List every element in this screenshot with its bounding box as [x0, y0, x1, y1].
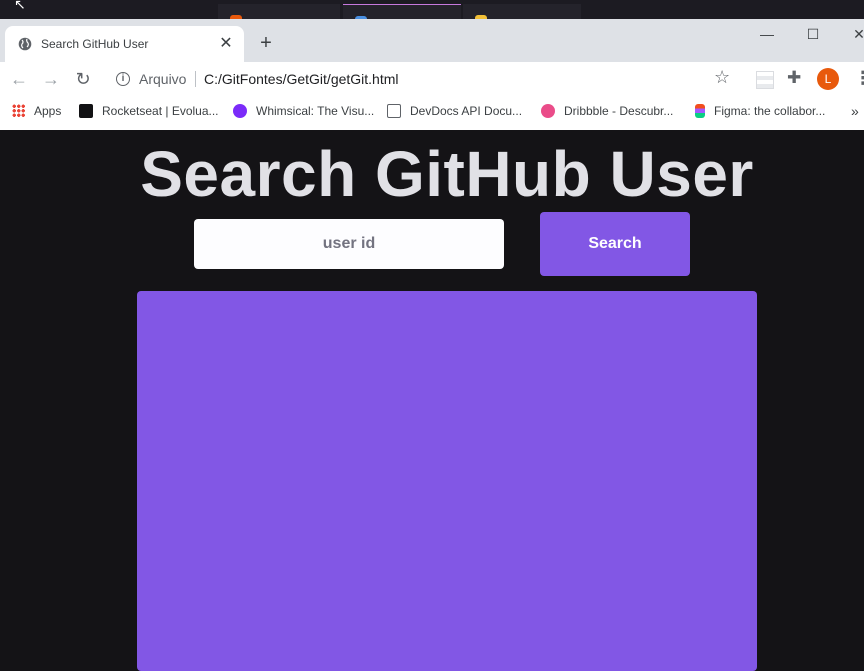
close-window-button[interactable]: ✕: [849, 24, 864, 44]
bookmark-rocketseat[interactable]: Rocketseat | Evolua...: [79, 104, 219, 122]
tab-close-icon[interactable]: ✕: [216, 34, 236, 54]
bookmark-label: Rocketseat | Evolua...: [102, 104, 219, 118]
whimsical-icon: [233, 104, 247, 118]
bookmark-label: Dribbble - Descubr...: [564, 104, 674, 118]
devdocs-icon: [387, 104, 401, 118]
apps-grid-icon: [12, 104, 25, 117]
bookmark-devdocs[interactable]: DevDocs API Docu...: [387, 104, 522, 122]
bookmark-dribbble[interactable]: Dribbble - Descubr...: [541, 104, 673, 122]
mouse-cursor-icon: ↖: [14, 0, 26, 12]
back-arrow-icon[interactable]: ←: [8, 68, 30, 90]
taskbar-item-active[interactable]: [343, 4, 461, 22]
tab-search-github-user[interactable]: Search GitHub User ✕: [5, 26, 244, 62]
rocketseat-icon: [79, 104, 93, 118]
bookmark-whimsical[interactable]: Whimsical: The Visu...: [233, 104, 374, 122]
reload-icon[interactable]: ↻: [72, 68, 94, 90]
bookmark-figma[interactable]: Figma: the collabor...: [695, 104, 825, 122]
bookmark-label: Figma: the collabor...: [714, 104, 826, 118]
result-card: [137, 291, 757, 671]
figma-icon: [695, 104, 705, 118]
bookmarks-overflow-icon[interactable]: »: [851, 103, 859, 119]
forward-arrow-icon[interactable]: →: [40, 68, 62, 90]
menu-kebab-icon[interactable]: ⋮: [854, 68, 864, 89]
search-button[interactable]: Search: [540, 212, 690, 276]
new-tab-button[interactable]: +: [255, 32, 277, 54]
address-bar[interactable]: C:/GitFontes/GetGit/getGit.html: [204, 71, 399, 87]
extension-grid-icon[interactable]: [756, 71, 774, 89]
info-icon[interactable]: i: [116, 72, 130, 86]
taskbar: ↖: [0, 0, 864, 22]
dribbble-icon: [541, 104, 555, 118]
page-title: Search GitHub User: [140, 138, 754, 210]
tab-title: Search GitHub User: [41, 37, 149, 51]
tab-strip: Search GitHub User ✕ + — ☐ ✕: [0, 19, 864, 62]
bookmarks-bar: Apps Rocketseat | Evolua... Whimsical: T…: [0, 96, 864, 130]
bookmark-label: Whimsical: The Visu...: [256, 104, 375, 118]
browser-toolbar: ← → ↻ i Arquivo C:/GitFontes/GetGit/getG…: [0, 62, 864, 96]
globe-icon: [18, 37, 32, 51]
bookmark-label: Apps: [34, 104, 62, 118]
maximize-button[interactable]: ☐: [803, 24, 823, 44]
address-separator: [195, 71, 196, 87]
bookmark-star-icon[interactable]: ☆: [714, 67, 730, 88]
taskbar-item[interactable]: [463, 4, 581, 21]
minimize-button[interactable]: —: [757, 24, 777, 44]
user-id-input[interactable]: [194, 219, 504, 269]
extensions-puzzle-icon[interactable]: ✚: [787, 68, 801, 88]
browser-window: Search GitHub User ✕ + — ☐ ✕ ← → ↻ i Arq…: [0, 19, 864, 130]
profile-avatar[interactable]: L: [817, 68, 839, 90]
bookmark-label: DevDocs API Docu...: [410, 104, 523, 118]
taskbar-item[interactable]: [218, 4, 340, 21]
scheme-label[interactable]: Arquivo: [139, 71, 186, 87]
bookmark-apps[interactable]: Apps: [12, 104, 61, 122]
